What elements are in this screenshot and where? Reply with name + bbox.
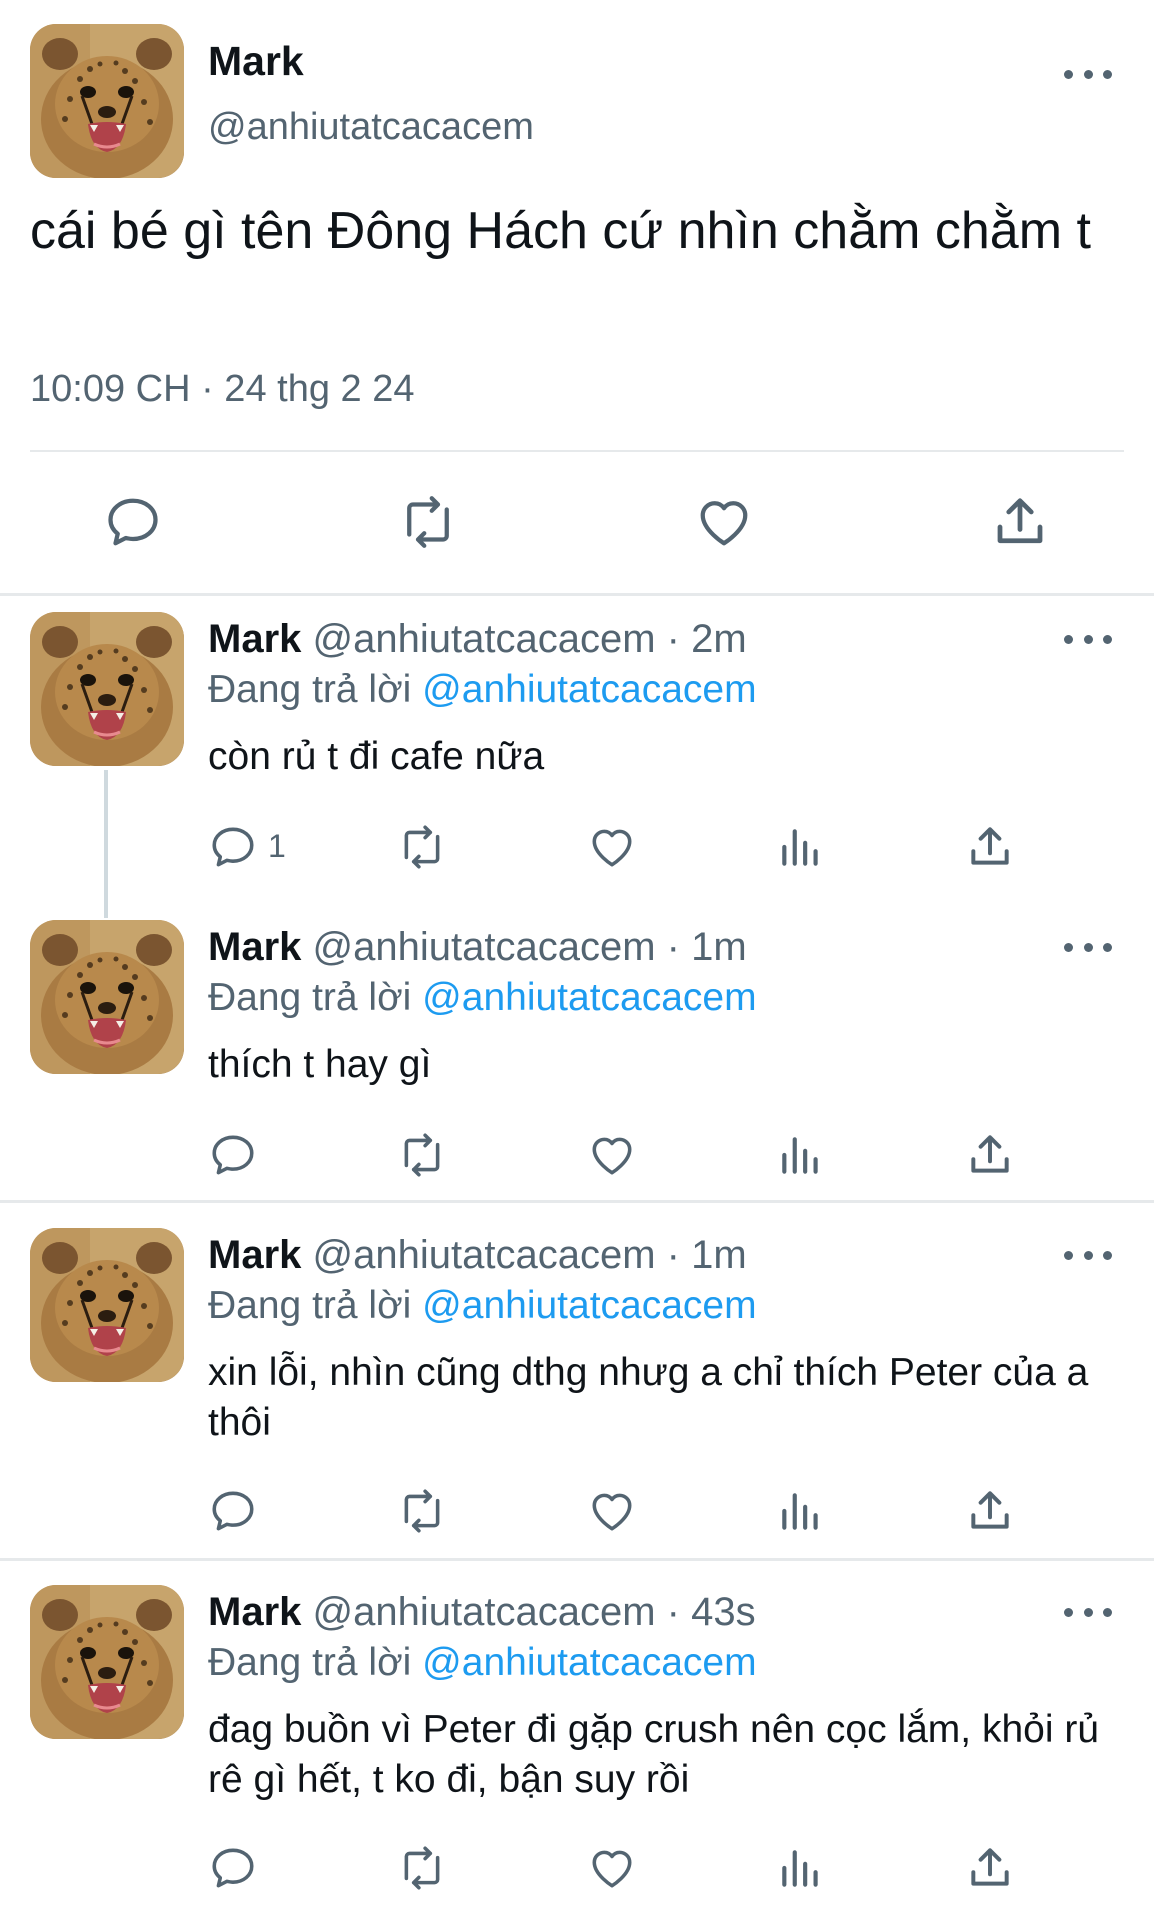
views-icon[interactable]	[776, 1130, 826, 1180]
reply-count: 1	[268, 828, 286, 864]
replying-to: Đang trả lời @anhiutatcacacem	[208, 976, 757, 1020]
views-icon[interactable]	[776, 1843, 826, 1893]
more-icon[interactable]	[1064, 629, 1112, 649]
heart-icon[interactable]	[587, 1486, 637, 1536]
replying-to-link[interactable]: @anhiutatcacacem	[422, 668, 756, 711]
reply-text: xin lỗi, nhìn cũng dthg nhưg a chỉ thích…	[208, 1351, 1089, 1444]
author-avatar[interactable]	[30, 24, 184, 178]
replying-label: Đang trả lời	[208, 668, 412, 711]
share-icon[interactable]	[965, 1486, 1015, 1536]
reply-icon[interactable]	[103, 492, 163, 552]
reply-author-name[interactable]: Mark	[208, 925, 301, 969]
tweet-timestamp[interactable]: 10:09 CH · 24 thg 2 24	[30, 368, 414, 411]
reply-icon[interactable]	[208, 1130, 258, 1180]
retweet-icon[interactable]	[397, 822, 447, 872]
share-icon[interactable]	[965, 822, 1015, 872]
thread-connector	[104, 770, 108, 918]
more-icon[interactable]	[1064, 937, 1112, 957]
replying-label: Đang trả lời	[208, 1284, 412, 1327]
reply-meta: @anhiutatcacacem · 2m	[312, 617, 747, 661]
share-icon[interactable]	[965, 1130, 1015, 1180]
replying-label: Đang trả lời	[208, 1641, 412, 1684]
replying-to: Đang trả lời @anhiutatcacacem	[208, 668, 757, 712]
replying-to-link[interactable]: @anhiutatcacacem	[422, 976, 756, 1019]
reply-avatar[interactable]	[30, 1228, 184, 1382]
divider	[0, 593, 1154, 596]
heart-icon[interactable]	[587, 1843, 637, 1893]
share-icon[interactable]	[965, 1843, 1015, 1893]
reply-author-name[interactable]: Mark	[208, 1233, 301, 1277]
heart-icon[interactable]	[587, 1130, 637, 1180]
replying-to: Đang trả lời @anhiutatcacacem	[208, 1641, 757, 1685]
retweet-icon[interactable]	[398, 492, 458, 552]
retweet-icon[interactable]	[397, 1843, 447, 1893]
retweet-icon[interactable]	[397, 1486, 447, 1536]
reply-header: Mark @anhiutatcacacem · 43s	[208, 1590, 756, 1635]
heart-icon[interactable]	[694, 492, 754, 552]
tweet-text: cái bé gì tên Đông Hách cứ nhìn chằm chằ…	[30, 202, 1091, 260]
more-icon[interactable]	[1064, 1602, 1112, 1622]
reply-author-name[interactable]: Mark	[208, 1590, 301, 1634]
replying-to-link[interactable]: @anhiutatcacacem	[422, 1641, 756, 1684]
more-icon[interactable]	[1064, 64, 1112, 84]
reply-icon[interactable]	[208, 1486, 258, 1536]
reply-text: đag buồn vì Peter đi gặp crush nên cọc l…	[208, 1708, 1100, 1801]
author-handle[interactable]: @anhiutatcacacem	[208, 106, 534, 149]
reply-avatar[interactable]	[30, 920, 184, 1074]
reply-author-name[interactable]: Mark	[208, 617, 301, 661]
replying-label: Đang trả lời	[208, 976, 412, 1019]
reply-avatar[interactable]	[30, 612, 184, 766]
reply-avatar[interactable]	[30, 1585, 184, 1739]
heart-icon[interactable]	[587, 822, 637, 872]
reply-meta: @anhiutatcacacem · 43s	[312, 1590, 756, 1634]
divider	[30, 450, 1124, 452]
replying-to: Đang trả lời @anhiutatcacacem	[208, 1284, 757, 1328]
reply-text: thích t hay gì	[208, 1043, 432, 1086]
share-icon[interactable]	[990, 492, 1050, 552]
replying-to-link[interactable]: @anhiutatcacacem	[422, 1284, 756, 1327]
author-name[interactable]: Mark	[208, 38, 304, 85]
retweet-icon[interactable]	[397, 1130, 447, 1180]
reply-meta: @anhiutatcacacem · 1m	[312, 925, 747, 969]
reply-text: còn rủ t đi cafe nữa	[208, 735, 545, 778]
views-icon[interactable]	[776, 822, 826, 872]
reply-header: Mark @anhiutatcacacem · 1m	[208, 1233, 747, 1278]
more-icon[interactable]	[1064, 1245, 1112, 1265]
divider	[0, 1558, 1154, 1561]
views-icon[interactable]	[776, 1486, 826, 1536]
reply-meta: @anhiutatcacacem · 1m	[312, 1233, 747, 1277]
reply-icon[interactable]	[208, 1843, 258, 1893]
divider	[0, 1200, 1154, 1203]
reply-header: Mark @anhiutatcacacem · 1m	[208, 925, 747, 970]
reply-icon[interactable]	[208, 822, 258, 872]
reply-header: Mark @anhiutatcacacem · 2m	[208, 617, 747, 662]
